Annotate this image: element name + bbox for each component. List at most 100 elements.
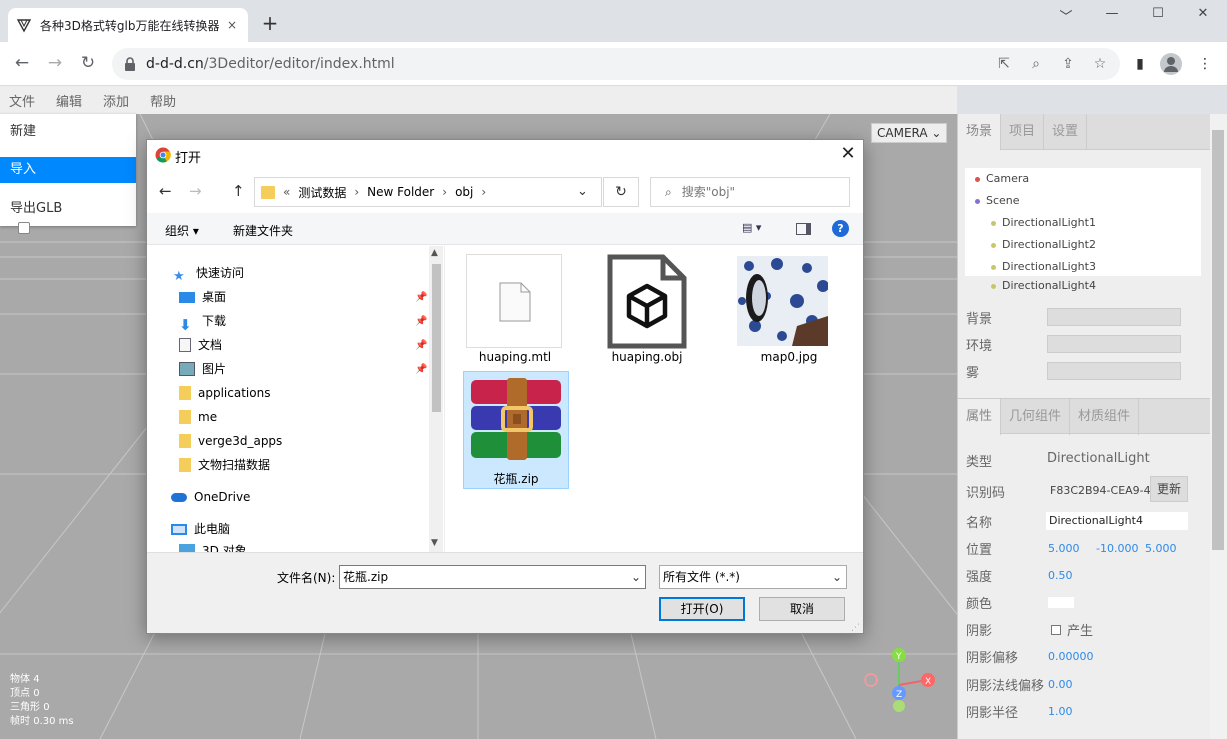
render-stats: 物体 4 顶点 0 三角形 0 帧时 0.30 ms [10,673,74,729]
resize-grip-icon[interactable]: ⋰ [851,623,860,633]
tab-settings[interactable]: 设置 [1044,114,1088,150]
nav-item-folder[interactable]: verge3d_apps [179,430,282,452]
outliner-item[interactable]: DirectionalLight1 [965,212,1201,234]
position-x-input[interactable]: 5.000 [1048,542,1080,555]
shadow-cast-checkbox[interactable] [1051,625,1061,635]
nav-item-desktop[interactable]: 桌面 [179,286,226,308]
nav-item-onedrive[interactable]: OneDrive [171,486,250,508]
outliner-item[interactable]: DirectionalLight2 [965,234,1201,256]
nav-item-documents[interactable]: 文档 [179,334,222,356]
name-input[interactable]: DirectionalLight4 [1046,512,1188,530]
bookmark-star-icon[interactable]: ☆ [1091,56,1109,74]
more-menu-icon[interactable]: ⋮ [1196,56,1214,74]
up-arrow-icon[interactable]: ↑ [232,182,245,200]
nav-item-folder[interactable]: 文物扫描数据 [179,454,270,476]
background-select[interactable] [1047,308,1181,326]
nav-item-this-pc[interactable]: 此电脑 [171,518,230,540]
reload-icon[interactable]: ↻ [76,52,100,76]
axis-gizmo[interactable]: Y X Z [862,645,938,715]
forward-arrow-icon[interactable]: → [189,182,202,200]
breadcrumb[interactable]: « 测试数据 › New Folder › obj › [254,177,602,207]
view-options-icon[interactable]: ▤ ▾ [742,221,774,237]
chevron-down-icon[interactable]: ⌄ [577,184,588,199]
color-swatch[interactable] [1048,597,1074,608]
page-scrollbar-thumb[interactable] [1212,130,1224,550]
scroll-up-icon[interactable]: ▲ [431,248,438,258]
zoom-icon[interactable]: ⌕ [1027,56,1045,74]
cancel-button[interactable]: 取消 [759,597,845,621]
filename-input[interactable]: 花瓶.zip ⌄ [339,565,646,589]
preview-pane-icon[interactable] [796,223,811,235]
file-dropdown-menu: 新建 导入 导出GLB [0,114,136,226]
position-y-input[interactable]: -10.000 [1096,542,1138,555]
maximize-button[interactable]: ☐ [1138,6,1178,26]
outliner-item[interactable]: Scene [965,190,1201,212]
dialog-close-button[interactable]: ✕ [837,143,859,165]
open-button[interactable]: 打开(O) [659,597,745,621]
scroll-down-icon[interactable]: ▼ [431,538,438,548]
refresh-icon[interactable]: ↻ [603,177,639,207]
close-window-button[interactable]: ✕ [1183,6,1223,26]
tab-scene[interactable]: 场景 [958,114,1002,150]
minimize-button[interactable]: — [1092,6,1132,26]
nav-item-folder[interactable]: applications [179,382,270,404]
outliner-item[interactable]: Camera [965,168,1201,190]
side-panel-icon[interactable]: ▮ [1131,56,1149,74]
new-tab-button[interactable]: + [258,12,282,36]
menu-item-new[interactable]: 新建 [0,119,136,145]
outliner-item-selected[interactable]: DirectionalLight4 [965,276,1201,296]
breadcrumb-item[interactable]: obj [455,185,473,199]
breadcrumb-item[interactable]: 测试数据 [298,184,346,201]
back-arrow-icon[interactable]: ← [159,182,172,200]
scene-outliner[interactable]: Camera Scene DirectionalLight1 Direction… [965,168,1201,296]
menu-item-export-glb[interactable]: 导出GLB [0,196,136,222]
file-item-selected[interactable]: 花瓶.zip [463,371,569,489]
nav-item-downloads[interactable]: ⬇ 下载 [179,310,226,334]
nav-item-quick-access[interactable]: ★ 快速访问 [173,262,244,284]
breadcrumb-item[interactable]: New Folder [367,185,434,199]
file-item[interactable]: huaping.mtl [463,252,567,368]
tab-properties[interactable]: 属性 [958,399,1002,435]
search-input[interactable]: ⌕ 搜索"obj" [650,177,850,207]
viewport-checkbox[interactable] [18,222,30,234]
shadow-normal-input[interactable]: 0.00 [1048,678,1073,691]
camera-select[interactable]: CAMERA ⌄ [871,123,947,143]
editor-sidebar: 场景 项目 设置 Camera Scene DirectionalLight1 Di… [957,114,1210,739]
nav-scrollbar-thumb[interactable] [432,264,441,412]
tab-geometry[interactable]: 几何组件 [1001,399,1071,435]
new-folder-button[interactable]: 新建文件夹 [233,222,293,239]
shadow-bias-input[interactable]: 0.00000 [1048,650,1094,663]
menu-add[interactable]: 添加 [103,91,129,110]
address-bar[interactable]: d-d-d.cn/3Deditor/editor/index.html [112,48,1120,80]
tab-close-icon[interactable]: × [224,18,240,32]
outliner-item[interactable]: DirectionalLight3 [965,256,1201,278]
menu-item-import[interactable]: 导入 [0,157,136,183]
back-arrow-icon[interactable]: ← [10,52,34,76]
filetype-select[interactable]: 所有文件 (*.*) ⌄ [659,565,847,589]
open-external-icon[interactable]: ⇱ [995,56,1013,74]
file-item[interactable]: map0.jpg [725,252,829,368]
menu-help[interactable]: 帮助 [150,91,176,110]
environment-select[interactable] [1047,335,1181,353]
position-z-input[interactable]: 5.000 [1145,542,1177,555]
uuid-renew-button[interactable]: 更新 [1150,476,1188,502]
nav-item-folder[interactable]: me [179,406,217,428]
tab-search-icon[interactable]: ﹀ [1046,6,1086,26]
nav-item-pictures[interactable]: 图片 [179,358,226,380]
nav-item-3d-objects[interactable]: 3D 对象 [179,540,247,552]
browser-tab[interactable]: 各种3D格式转glb万能在线转换器 × [8,8,248,42]
shadow-radius-input[interactable]: 1.00 [1048,705,1073,718]
fog-select[interactable] [1047,362,1181,380]
tab-material[interactable]: 材质组件 [1070,399,1140,435]
filename-value: 花瓶.zip [343,570,389,584]
menu-file[interactable]: 文件 [9,91,35,110]
menu-edit[interactable]: 编辑 [56,91,82,110]
organize-button[interactable]: 组织 ▾ [165,222,199,239]
help-icon[interactable]: ? [832,220,849,237]
share-icon[interactable]: ⇪ [1059,56,1077,74]
intensity-input[interactable]: 0.50 [1048,569,1073,582]
file-item[interactable]: huaping.obj [595,252,699,368]
profile-avatar-icon[interactable] [1160,53,1182,75]
forward-arrow-icon[interactable]: → [43,52,67,76]
tab-project[interactable]: 项目 [1001,114,1045,150]
